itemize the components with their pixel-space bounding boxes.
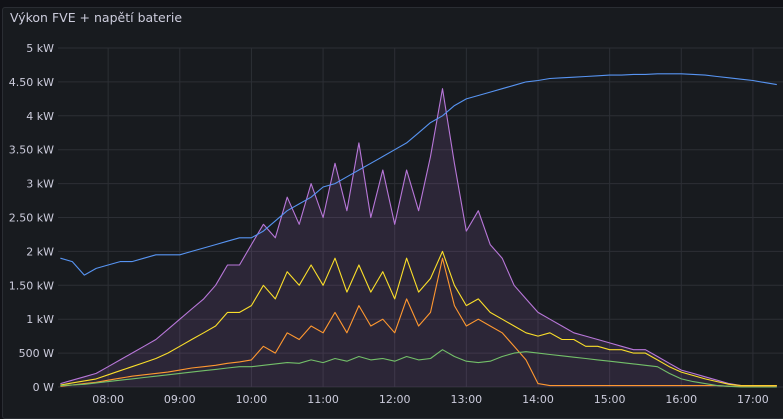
y-tick-label: 1.50 kW [9,279,54,292]
x-tick-label: 17:00 [737,393,769,406]
x-tick-label: 11:00 [307,393,339,406]
y-tick-label: 2 kW [26,245,54,258]
y-tick-label: 500 W [19,347,54,360]
y-tick-label: 4 kW [26,110,54,123]
y-tick-label: 1 kW [26,313,54,326]
x-tick-label: 15:00 [594,393,626,406]
y-tick-label: 3 kW [26,178,54,191]
y-tick-label: 2.50 kW [9,212,54,225]
y-tick-label: 5 kW [26,42,54,55]
chart-svg: 0 W 500 W 1 kW 1.50 kW 2 kW 2.50 kW 3 kW 3.50 k… [9,42,783,406]
y-tick-label: 4.50 kW [9,76,54,89]
x-tick-label: 16:00 [665,393,697,406]
x-tick-label: 13:00 [450,393,482,406]
x-tick-label: 10:00 [236,393,268,406]
x-tick-label: 09:00 [164,393,196,406]
y-tick-label: 3.50 kW [9,144,54,157]
y-tick-label: 0 W [33,381,54,394]
x-tick-label: 12:00 [379,393,411,406]
x-tick-label: 14:00 [522,393,554,406]
x-tick-label: 08:00 [92,393,124,406]
